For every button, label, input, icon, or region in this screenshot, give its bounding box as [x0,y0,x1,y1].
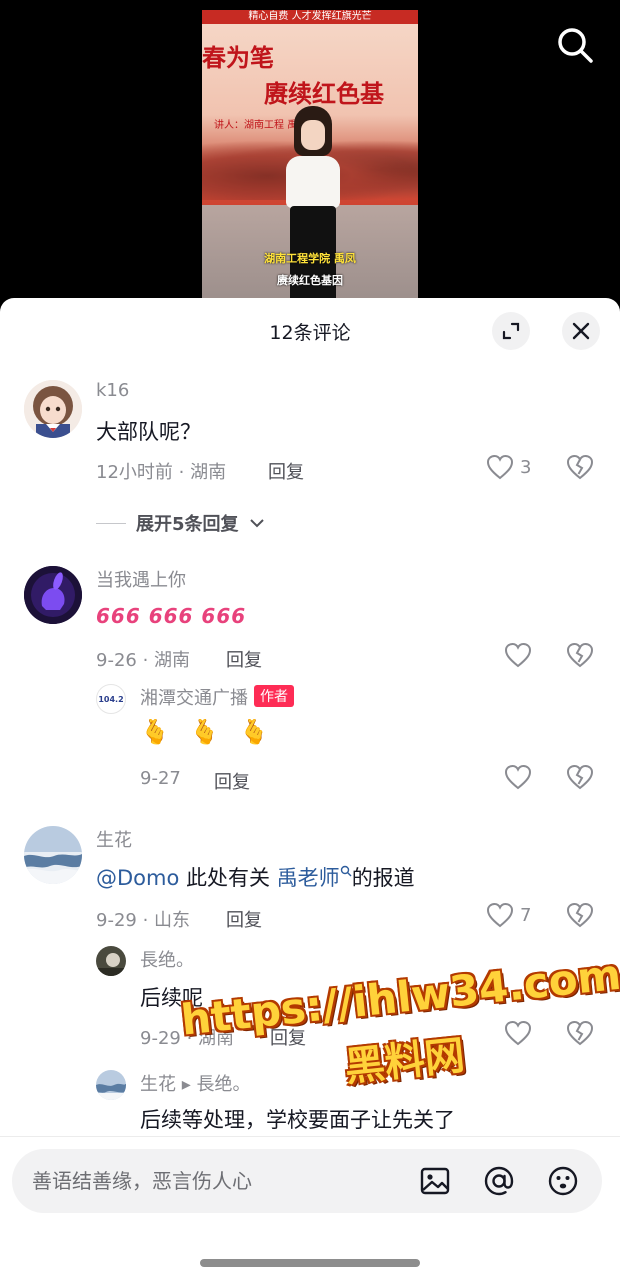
expand-replies-button[interactable]: 展开5条回复 [96,510,265,536]
like-count: 3 [520,456,532,478]
author-badge: 作者 [254,685,294,707]
avatar-image [24,380,82,438]
heart-icon [486,902,514,928]
search-icon [340,865,352,877]
reply-username[interactable]: 生花 ▸ 長绝。 [140,1070,250,1096]
dislike-button[interactable] [566,764,594,794]
reply-username[interactable]: 湘潭交通广播 作者 [140,684,294,710]
comment-list[interactable]: k16 大部队呢？ 12小时前 · 湖南 回复 3 展开5条回复 当我遇上你 6… [0,364,620,1138]
dislike-button[interactable] [566,1020,594,1050]
search-icon [558,28,593,63]
reply-button[interactable]: 回复 [268,458,304,484]
at-icon [484,1166,514,1196]
heart-icon [504,642,532,668]
comment-sheet: 12条评论 k16 大部队呢？ 12小时前 · 湖南 回复 3 展开5条回复 当… [0,298,620,1280]
expand-icon [502,322,520,340]
close-button[interactable] [562,312,600,350]
comment-meta: 9-26 · 湖南 [96,650,191,671]
video-frame[interactable]: 精心自费 人才发挥红旗光芒 春为笔 赓续红色基 讲人：湖南工程 禹凤 湖南工程学… [202,10,418,310]
expand-replies-label: 展开5条回复 [136,514,239,535]
reply-username[interactable]: 長绝。 [140,946,194,972]
reply-button[interactable]: 回复 [226,906,262,932]
reply-meta: 9-29 · 湖南 [140,1028,235,1049]
broken-heart-icon [566,764,594,790]
like-count: 7 [520,904,532,926]
comment-item: k16 大部队呢？ 12小时前 · 湖南 回复 3 展开5条回复 [0,364,620,564]
reply-meta: 9-27 [140,768,181,789]
avatar-image [96,1070,126,1100]
dislike-button[interactable] [566,454,594,484]
broken-heart-icon [566,902,594,928]
mention-button[interactable] [482,1164,516,1198]
dislike-button[interactable] [566,902,594,932]
video-banner: 精心自费 人才发挥红旗光芒 [202,10,418,24]
avatar-image [24,566,82,624]
video-subtitle-topic: 赓续红色基因 [277,274,343,287]
avatar[interactable] [96,946,126,976]
comment-sticker-text: 666 666 666 [96,604,247,628]
broken-heart-icon [566,1020,594,1046]
sheet-header: 12条评论 [0,298,620,364]
heart-icon [504,1020,532,1046]
reply-button[interactable]: 回复 [270,1024,306,1050]
video-subtitle-name: 湖南工程学院 禹凤 [264,252,356,265]
avatar-image [24,826,82,884]
home-indicator[interactable] [200,1259,420,1267]
avatar[interactable] [96,1070,126,1100]
broken-heart-icon [566,454,594,480]
image-button[interactable] [418,1164,452,1198]
video-title-line1: 春为笔 [202,44,274,72]
reply-text: 后续呢 [140,986,203,1010]
comment-item: 生花 @Domo 此处有关 禹老师 的报道 9-29 · 山东 回复 7 長绝。… [0,820,620,1138]
reply-button[interactable]: 回复 [214,768,250,794]
comment-input-bar [0,1136,620,1280]
comment-input[interactable] [32,1149,412,1213]
avatar-image [96,946,126,976]
search-keyword-link[interactable]: 禹老师 [277,866,340,890]
emoji-icon [548,1166,578,1196]
chevron-down-icon [249,519,264,528]
reply-button[interactable]: 回复 [226,646,262,672]
comment-item: 当我遇上你 666 666 666 9-26 · 湖南 回复 104.2 湘潭交… [0,560,620,810]
reply-text: 🫰 🫰 🫰 [140,718,275,746]
reply-text: 后续等处理，学校要面子让先关了 [140,1108,455,1132]
avatar[interactable]: 104.2 [96,684,126,714]
avatar[interactable] [24,826,82,884]
video-title-line2: 赓续红色基 [264,80,384,108]
comment-meta: 12小时前 · 湖南 [96,462,227,483]
close-icon [572,322,590,340]
image-icon [420,1167,450,1195]
like-button[interactable]: 7 [486,902,531,928]
avatar[interactable] [24,566,82,624]
comment-username[interactable]: 当我遇上你 [96,566,186,592]
like-button[interactable] [504,642,532,668]
heart-icon [504,764,532,790]
search-button[interactable] [554,24,596,66]
like-button[interactable] [504,764,532,790]
emoji-button[interactable] [546,1164,580,1198]
comment-input-container[interactable] [12,1149,602,1213]
like-button[interactable]: 3 [486,454,531,480]
comment-text: @Domo 此处有关 禹老师 的报道 [96,865,415,890]
video-player[interactable]: 精心自费 人才发挥红旗光芒 春为笔 赓续红色基 讲人：湖南工程 禹凤 湖南工程学… [0,0,620,320]
comment-username[interactable]: 生花 [96,826,132,852]
comment-username[interactable]: k16 [96,380,129,401]
broken-heart-icon [566,642,594,668]
mention-link[interactable]: @Domo [96,866,179,890]
fullscreen-button[interactable] [492,312,530,350]
comment-meta: 9-29 · 山东 [96,910,191,931]
comment-text: 大部队呢？ [96,420,201,444]
dislike-button[interactable] [566,642,594,672]
like-button[interactable] [504,1020,532,1046]
avatar[interactable] [24,380,82,438]
heart-icon [486,454,514,480]
